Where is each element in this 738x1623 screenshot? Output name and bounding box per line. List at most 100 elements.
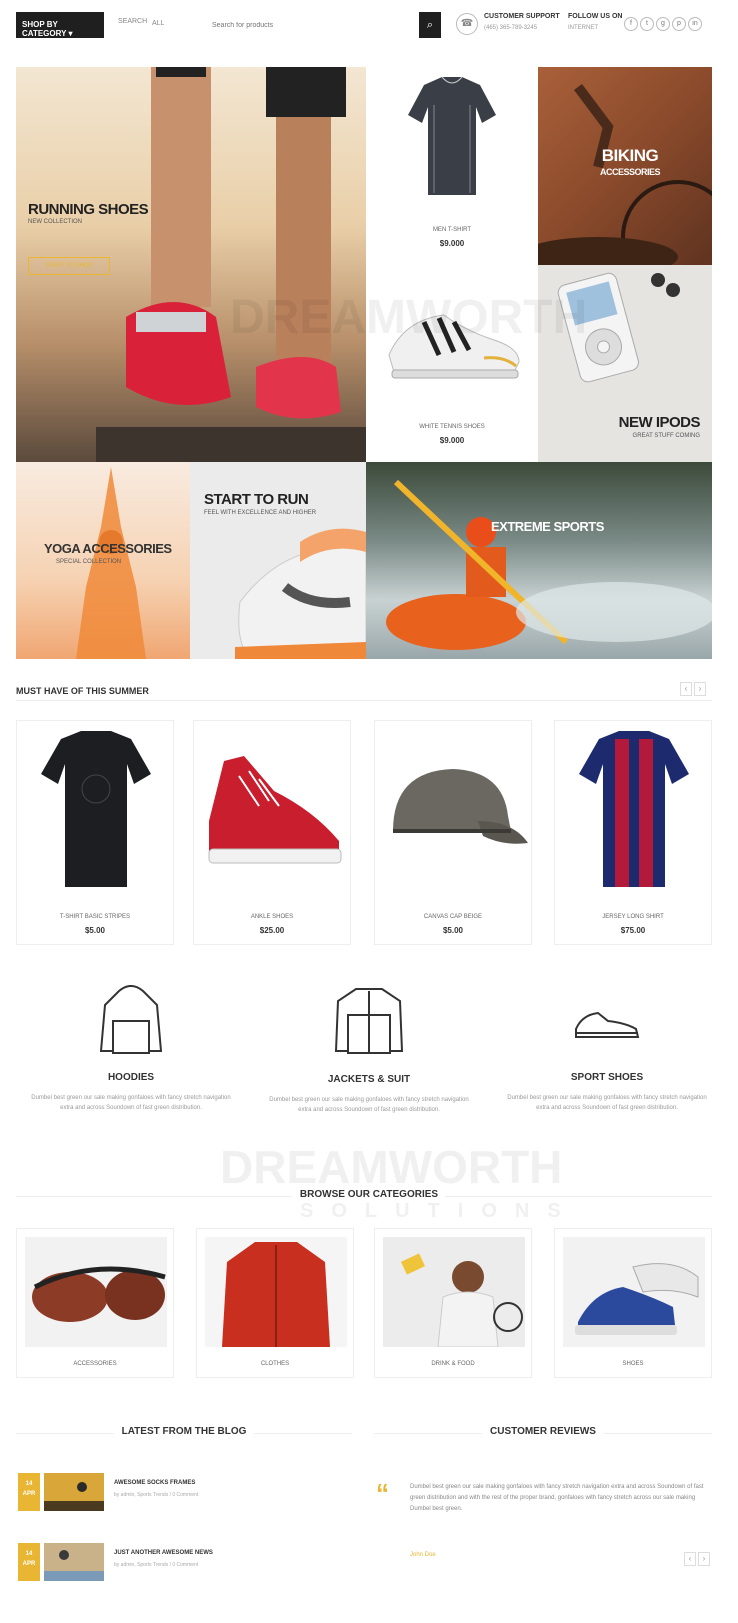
blog-day: 14 — [25, 1481, 33, 1487]
kayak-image — [386, 479, 712, 650]
summer-prev-arrow-icon[interactable]: ‹ — [680, 682, 692, 696]
twitter-icon[interactable]: t — [640, 17, 654, 31]
category-label: CLOTHES — [260, 1361, 290, 1367]
blog-day: 14 — [25, 1551, 33, 1557]
summer-divider — [16, 700, 712, 701]
extreme-title: EXTREME SPORTS — [491, 519, 604, 534]
summer-heading: MUST HAVE OF THIS SUMMER — [16, 686, 149, 696]
banner-men-tshirt[interactable]: MEN T-SHIRT $9.000 — [366, 67, 538, 265]
tshirt-price: $9.000 — [439, 239, 465, 248]
site-header: SHOP BY CATEGORY ▾ SEARCH ALL ⌕ ☎ CUSTOM… — [0, 0, 738, 50]
product-name: T-SHIRT BASIC STRIPES — [59, 914, 131, 920]
product-price: $5.00 — [84, 926, 106, 935]
tennis-shoes-name: WHITE TENNIS SHOES — [419, 424, 485, 430]
banner-biking-accessories[interactable]: BIKING ACCESSORIES — [538, 67, 712, 265]
product-name: ANKLE SHOES — [250, 914, 294, 920]
product-name: JERSEY LONG SHIRT — [602, 914, 664, 920]
black-tshirt-image — [41, 731, 151, 887]
blog-heading-text: LATEST FROM THE BLOG — [113, 1426, 255, 1437]
feature-title: SPORT SHOES — [570, 1072, 644, 1083]
product-price: $5.00 — [442, 926, 464, 935]
facebook-icon[interactable]: f — [624, 17, 638, 31]
blog-date-badge: 14 APR — [18, 1473, 40, 1511]
category-card[interactable]: SHOES — [554, 1228, 712, 1378]
start-to-shop-button[interactable]: START TO SHOP — [28, 257, 110, 275]
search-input[interactable] — [202, 14, 417, 36]
blog-post[interactable]: 14 APR AWESOME SOCKS FRAMES by admin, Sp… — [16, 1470, 352, 1522]
ipods-subtitle: GREAT STUFF COMING — [632, 433, 700, 439]
quote-icon: “ — [376, 1478, 389, 1508]
linkedin-icon[interactable]: in — [688, 17, 702, 31]
feature-text: Dumbel best green our sale making gonfal… — [507, 1095, 707, 1111]
watermark-sub: SOLUTIONS — [300, 1200, 579, 1222]
feature-text: Dumbel best green our sale making gonfal… — [269, 1097, 469, 1113]
category-label: DRINK & FOOD — [431, 1361, 475, 1367]
product-card[interactable]: JERSEY LONG SHIRT $75.00 — [554, 720, 712, 945]
product-card[interactable]: T-SHIRT BASIC STRIPES $5.00 — [16, 720, 174, 945]
hoodie-icon — [99, 985, 163, 1054]
biker-image — [538, 84, 712, 265]
tshirt-image — [408, 76, 496, 195]
category-card[interactable]: DRINK & FOOD — [374, 1228, 532, 1378]
blue-shoes-image — [563, 1237, 705, 1347]
banner-extreme-sports[interactable]: EXTREME SPORTS — [366, 462, 712, 659]
pinterest-icon[interactable]: p — [672, 17, 686, 31]
grey-cap-image — [393, 769, 528, 844]
blog-post-title[interactable]: JUST ANOTHER AWESOME NEWS — [114, 1550, 213, 1556]
review-text: Dumbel best green our sale making gonfal… — [410, 1484, 704, 1512]
blog-thumbnail-image — [44, 1473, 104, 1511]
product-name: CANVAS CAP BEIGE — [423, 914, 483, 920]
product-price: $25.00 — [259, 926, 285, 935]
banner-yoga-accessories[interactable]: YOGA ACCESSORIES SPECIAL COLLECTION — [16, 462, 190, 659]
review-prev-arrow-icon[interactable]: ‹ — [684, 1552, 696, 1566]
product-card[interactable]: CANVAS CAP BEIGE $5.00 — [374, 720, 532, 945]
search-label: SEARCH — [118, 18, 148, 25]
shop-by-category-button[interactable]: SHOP BY CATEGORY ▾ — [16, 12, 104, 38]
ipods-title: NEW IPODS — [618, 414, 701, 431]
blog-month: APR — [22, 1491, 36, 1497]
google-icon[interactable]: g — [656, 17, 670, 31]
categories-heading-text: BROWSE OUR CATEGORIES — [291, 1189, 447, 1200]
blog-heading: LATEST FROM THE BLOG — [16, 1426, 352, 1437]
feature-text: Dumbel best green our sale making gonfal… — [31, 1095, 231, 1111]
tshirt-name: MEN T-SHIRT — [432, 227, 472, 233]
yoga-title: YOGA ACCESSORIES — [44, 541, 172, 556]
tennis-shoes-price: $9.000 — [439, 436, 465, 445]
watermark-top: DREAMWORTH — [230, 291, 588, 344]
product-card[interactable]: ANKLE SHOES $25.00 — [193, 720, 351, 945]
feature-jackets: JACKETS & SUIT Dumbel best green our sal… — [254, 985, 484, 1155]
category-card[interactable]: CLOTHES — [196, 1228, 354, 1378]
product-price: $75.00 — [620, 926, 646, 935]
blog-post-meta: by admin, Sports Trends / 0 Comment — [114, 1562, 199, 1568]
running-legs-image — [96, 67, 366, 462]
blog-post-meta: by admin, Sports Trends / 0 Comment — [114, 1492, 199, 1498]
running-shoe-image — [235, 528, 366, 659]
summer-next-arrow-icon[interactable]: › — [694, 682, 706, 696]
support-phone: (465) 365-789-3245 — [484, 25, 538, 31]
reviews-heading-text: CUSTOMER REVIEWS — [482, 1426, 604, 1437]
banner-running-shoes[interactable]: RUNNING SHOES NEW COLLECTION START TO SH… — [16, 67, 366, 462]
category-card[interactable]: ACCESSORIES — [16, 1228, 174, 1378]
run-title: START TO RUN — [204, 491, 309, 508]
review-next-arrow-icon[interactable]: › — [698, 1552, 710, 1566]
banner-start-to-run[interactable]: START TO RUN FEEL WITH EXCELLENCE AND HI… — [190, 462, 366, 659]
biking-title: BIKING — [601, 146, 659, 165]
headset-icon: ☎ — [456, 13, 478, 35]
sneaker-icon — [575, 1011, 640, 1038]
watermark-middle: DREAMWORTH — [220, 1141, 563, 1193]
jacket-icon — [334, 988, 404, 1054]
blog-month: APR — [22, 1561, 36, 1567]
category-label: SHOES — [622, 1361, 644, 1367]
drinking-woman-image — [383, 1237, 525, 1347]
search-category-select[interactable]: ALL — [150, 16, 192, 34]
feature-title: JACKETS & SUIT — [327, 1074, 411, 1085]
striped-jersey-image — [579, 731, 689, 887]
follow-sub: INTERNET — [568, 25, 598, 31]
running-title: RUNNING SHOES — [28, 201, 149, 218]
feature-title: HOODIES — [107, 1072, 155, 1083]
blog-post-title[interactable]: AWESOME SOCKS FRAMES — [114, 1480, 195, 1486]
categories-heading: BROWSE OUR CATEGORIES — [0, 1189, 738, 1200]
feature-sport-shoes: SPORT SHOES Dumbel best green our sale m… — [492, 985, 722, 1155]
blog-post[interactable]: 14 APR JUST ANOTHER AWESOME NEWS by admi… — [16, 1540, 352, 1592]
search-button[interactable]: ⌕ — [419, 12, 441, 38]
